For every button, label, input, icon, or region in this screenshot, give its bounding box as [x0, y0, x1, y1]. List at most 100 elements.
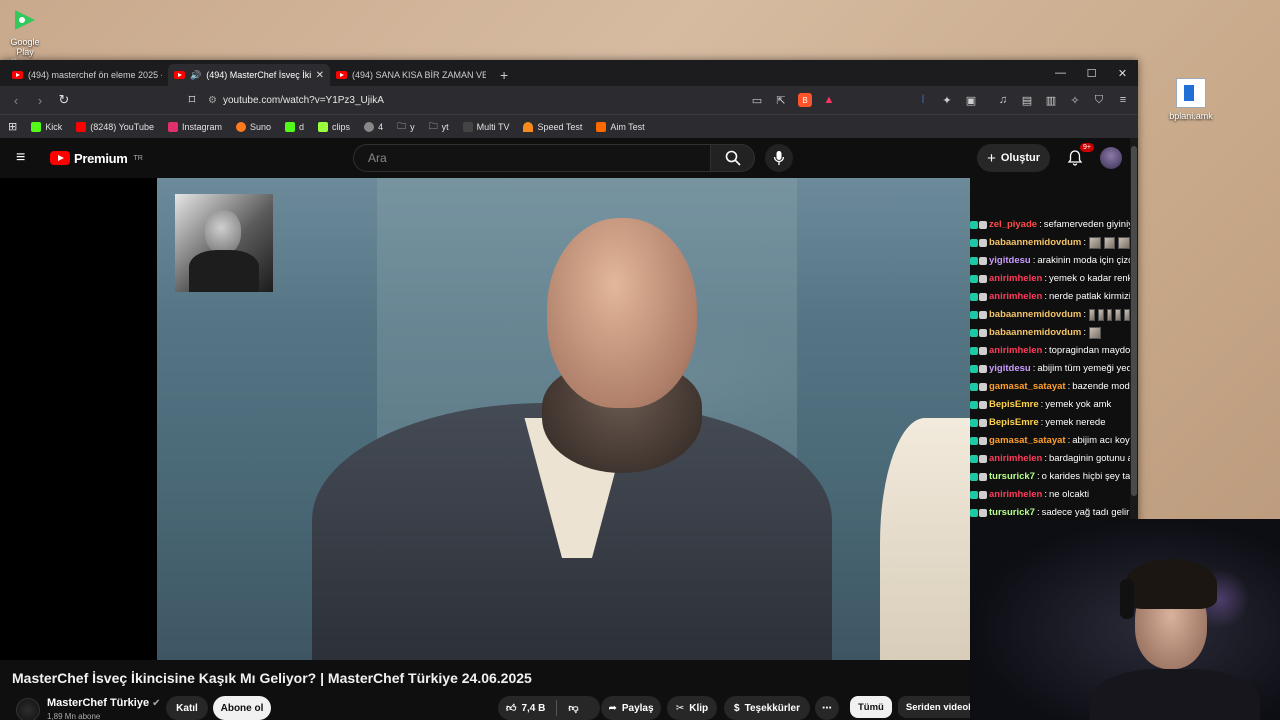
- dislike-button[interactable]: 👎︎: [568, 702, 578, 714]
- chat-separator: :: [1044, 489, 1047, 500]
- bookmark-speedtest[interactable]: Speed Test: [523, 121, 582, 132]
- kick-icon: [31, 121, 42, 132]
- reload-icon[interactable]: ↻: [56, 92, 72, 108]
- create-button[interactable]: + Oluştur: [977, 144, 1050, 172]
- chat-badges: [970, 491, 987, 499]
- bookmark-aimtest[interactable]: Aim Test: [596, 121, 645, 132]
- badge-icon: [979, 257, 987, 265]
- chat-username: anirimhelen: [989, 489, 1043, 500]
- emote-icon: [1115, 309, 1122, 321]
- instagram-icon: [167, 121, 178, 132]
- bookmark-multitv[interactable]: Multi TV: [462, 121, 509, 132]
- url-field[interactable]: ⚙ youtube.com/watch?v=Y1Pz3_UjikA: [208, 95, 742, 106]
- channel-avatar[interactable]: [16, 698, 40, 720]
- sidebar-icon[interactable]: ▥: [1044, 93, 1058, 107]
- speaker-icon[interactable]: 🔊: [190, 70, 201, 81]
- site-info-icon[interactable]: ⚙: [208, 95, 217, 106]
- chat-text: nerde patlak kirmizi soslar: [1048, 291, 1130, 302]
- close-window-icon[interactable]: ✕: [1107, 60, 1138, 86]
- rewards-icon[interactable]: ▲: [822, 93, 836, 107]
- badge-icon: [970, 383, 978, 391]
- chat-badges: [970, 311, 987, 319]
- youtube-logo[interactable]: Premium TR: [50, 151, 143, 166]
- chat-message: zel_piyade: sefamerveden giyiniyor: [970, 216, 1130, 234]
- browser-tab-2[interactable]: 🔊 (494) MasterChef İsveç İkincis ✕: [168, 64, 330, 86]
- thanks-button[interactable]: $ Teşekkürler: [724, 696, 810, 720]
- gamepad-icon: [11, 6, 39, 34]
- bookmark-instagram[interactable]: Instagram: [167, 121, 222, 132]
- suno-icon: [236, 121, 246, 132]
- chat-message: babaannemidovdum:: [970, 324, 1130, 342]
- vpn-icon[interactable]: ⛉: [1092, 93, 1106, 107]
- folder-icon: 🗀: [397, 120, 407, 131]
- chat-badges: [970, 473, 987, 481]
- close-tab-icon[interactable]: ✕: [316, 70, 324, 81]
- tab-label: (494) MasterChef İsveç İkincis: [206, 70, 311, 80]
- logo-text: Premium: [74, 150, 128, 166]
- browser-tab-3[interactable]: (494) SANA KISA BİR ZAMAN VERİYO: [330, 64, 492, 86]
- bookmark-clips[interactable]: clips: [318, 121, 350, 132]
- bookmark-d[interactable]: d: [285, 121, 304, 132]
- audio-wave-icon[interactable]: ⦚: [916, 93, 930, 107]
- chip-all[interactable]: Tümü: [850, 696, 892, 718]
- chat-separator: :: [1067, 435, 1071, 446]
- chat-username: zel_piyade: [989, 219, 1038, 230]
- channel-name[interactable]: MasterChef Türkiye ✔: [47, 697, 160, 709]
- bookmark-kick[interactable]: Kick: [31, 121, 62, 132]
- subscribe-button[interactable]: Abone ol: [213, 696, 271, 720]
- chat-username: BepisEmre: [989, 399, 1039, 410]
- search-input[interactable]: Ara: [353, 144, 711, 172]
- new-tab-button[interactable]: +: [500, 64, 508, 86]
- reader-icon[interactable]: ▣: [964, 93, 978, 107]
- chat-badges: [970, 347, 987, 355]
- chat-username: gamasat_satayat: [989, 381, 1066, 392]
- menu-icon[interactable]: ≡: [1116, 93, 1130, 107]
- browser-tab-1[interactable]: (494) masterchef ön eleme 2025 - Yo: [6, 64, 168, 86]
- account-avatar[interactable]: [1100, 147, 1122, 169]
- music-icon[interactable]: ♫: [996, 93, 1010, 107]
- scrollbar-thumb[interactable]: [1131, 146, 1137, 496]
- more-actions-button[interactable]: ⋯: [815, 696, 839, 720]
- chat-separator: :: [1040, 399, 1044, 410]
- chat-username: tursurick7: [989, 507, 1035, 518]
- chat-badges: [970, 455, 987, 463]
- forward-icon[interactable]: ›: [32, 93, 48, 108]
- badge-icon: [970, 347, 978, 355]
- bookmark-icon[interactable]: ⌑: [184, 92, 200, 108]
- bplani-desktop-icon[interactable]: bplani.amk: [1166, 78, 1216, 121]
- stream-chat-overlay: zel_piyade: sefamerveden giyiniyor babaan…: [970, 178, 1130, 518]
- puzzle-icon[interactable]: ✧: [1068, 93, 1082, 107]
- minimize-icon[interactable]: —: [1045, 60, 1076, 86]
- share-button[interactable]: ➦ Paylaş: [601, 696, 661, 720]
- back-icon[interactable]: ‹: [8, 93, 24, 108]
- extensions-icon[interactable]: ✦: [940, 93, 954, 107]
- bookmark-folder-y[interactable]: 🗀 y: [397, 119, 415, 135]
- wallet-icon[interactable]: ▤: [1020, 93, 1034, 107]
- share-page-icon[interactable]: ⇱: [774, 93, 788, 107]
- bookmark-suno[interactable]: Suno: [236, 121, 271, 132]
- chat-text: o karides hiçbi şey tatmıyodur: [1041, 471, 1130, 482]
- search-button[interactable]: [711, 144, 755, 172]
- cast-icon[interactable]: ▭: [750, 93, 764, 107]
- brave-shields-icon[interactable]: B: [798, 93, 812, 107]
- thanks-icon: $: [734, 702, 740, 714]
- youtube-favicon-icon: [336, 71, 347, 79]
- video-player[interactable]: [0, 178, 970, 660]
- bookmark-youtube[interactable]: (8248) YouTube: [76, 121, 154, 132]
- maximize-icon[interactable]: ☐: [1076, 60, 1107, 86]
- tab-label: (494) masterchef ön eleme 2025 - Yo: [28, 70, 162, 80]
- google-play-games-desktop-icon[interactable]: Google Play Games: [2, 6, 48, 67]
- hamburger-menu-icon[interactable]: ≡: [16, 149, 36, 167]
- apps-grid-icon[interactable]: ⊞: [8, 120, 17, 133]
- clip-button[interactable]: ✂ Klip: [667, 696, 717, 720]
- youtube-icon: [76, 121, 87, 132]
- chat-separator: :: [1040, 417, 1044, 428]
- voice-search-button[interactable]: [765, 144, 793, 172]
- microphone-icon: [773, 151, 785, 165]
- notifications-button[interactable]: 9+: [1064, 143, 1094, 169]
- bookmark-4[interactable]: 4: [364, 121, 383, 132]
- like-button[interactable]: 👍︎ 7,4 B: [506, 702, 545, 715]
- badge-icon: [979, 419, 987, 427]
- join-button[interactable]: Katıl: [166, 696, 208, 720]
- bookmark-folder-yt[interactable]: 🗀 yt: [429, 119, 449, 135]
